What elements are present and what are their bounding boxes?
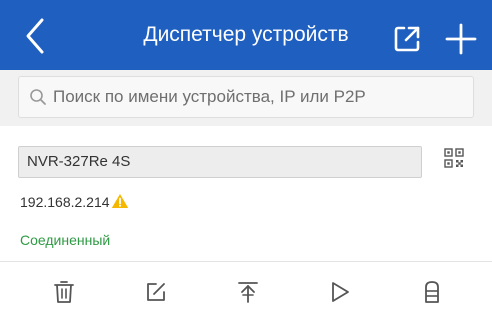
page-title: Диспетчер устройств (143, 23, 349, 46)
device-name-field[interactable]: NVR-327Re 4S (18, 146, 422, 178)
upload-icon (238, 282, 258, 303)
share-icon (394, 26, 420, 52)
search-bar (0, 70, 492, 126)
qr-scan-button[interactable] (444, 148, 464, 172)
plus-icon (445, 23, 477, 55)
play-button[interactable] (322, 274, 358, 310)
search-box[interactable] (18, 76, 474, 118)
connection-status: Соединенный (20, 232, 111, 248)
play-icon (332, 282, 349, 302)
add-device-button[interactable] (444, 22, 478, 56)
delete-button[interactable] (46, 274, 82, 310)
device-ip: 192.168.2.214 (20, 194, 110, 210)
pin-top-button[interactable] (230, 274, 266, 310)
device-ip-row: 192.168.2.214 (20, 192, 129, 212)
warning-icon[interactable] (111, 193, 129, 209)
export-button[interactable] (392, 24, 422, 54)
trash-icon (54, 281, 74, 303)
app-header: Диспетчер устройств (0, 0, 492, 70)
storage-icon (425, 281, 439, 303)
search-icon (30, 89, 46, 105)
back-button[interactable] (18, 16, 54, 56)
device-card: NVR-327Re 4S 192.168.2.214 Соединенный (0, 126, 492, 320)
chevron-left-icon (26, 18, 44, 54)
storage-button[interactable] (414, 274, 450, 310)
qr-code-icon (444, 148, 464, 168)
edit-button[interactable] (138, 274, 174, 310)
edit-icon (147, 283, 165, 301)
search-input[interactable] (53, 77, 463, 117)
device-toolbar (0, 262, 492, 320)
